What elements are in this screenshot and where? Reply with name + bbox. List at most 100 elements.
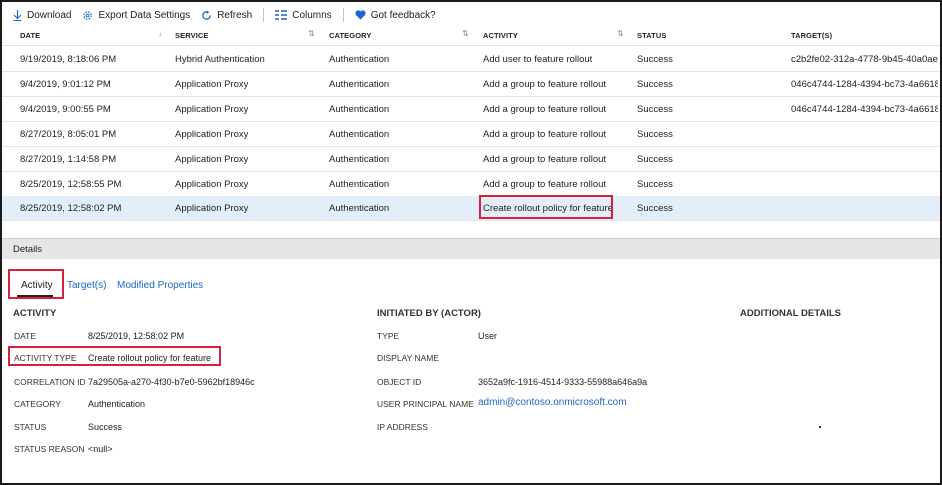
actor-type-key: TYPE	[377, 331, 400, 341]
toolbar-divider	[263, 8, 265, 22]
table-row-selected[interactable]: 8/25/2019, 12:58:02 PM Application Proxy…	[2, 196, 940, 221]
cell-date: 9/4/2019, 9:01:12 PM	[20, 79, 111, 90]
cell-status: Success	[637, 203, 673, 214]
sort-icon[interactable]: ⇅	[462, 29, 469, 38]
correlation-id-value: 7a29505a-a270-4f30-b7e0-5962bf18946c	[88, 377, 255, 387]
category-key: CATEGORY	[14, 399, 61, 409]
download-label: Download	[27, 9, 72, 21]
cell-activity: Add a group to feature rollout	[483, 179, 607, 190]
heart-icon	[355, 10, 366, 20]
cell-category: Authentication	[329, 154, 390, 165]
cell-service: Application Proxy	[175, 79, 249, 90]
table-row[interactable]: 8/27/2019, 8:05:01 PM Application Proxy …	[2, 122, 940, 147]
table-header: DATE ↓ SERVICE ⇅ CATEGORY ⇅ ACTIVITY ⇅ S…	[2, 26, 940, 46]
cell-activity: Add a group to feature rollout	[483, 154, 607, 165]
columns-button[interactable]: Columns	[275, 9, 332, 21]
sort-descending-icon[interactable]: ↓	[158, 29, 162, 38]
object-id-value: 3652a9fc-1916-4514-9333-55988a646a9a	[478, 377, 648, 387]
status-value: Success	[88, 422, 123, 432]
cell-date: 8/27/2019, 1:14:58 PM	[20, 154, 117, 165]
toolbar-divider	[342, 8, 344, 22]
display-name-key: DISPLAY NAME	[377, 353, 440, 363]
cell-status: Success	[637, 79, 673, 90]
tab-targets[interactable]: Target(s)	[67, 280, 106, 291]
cell-target: c2b2fe02-312a-4778-9b45-40a0ae...	[791, 54, 938, 65]
tab-modified-properties[interactable]: Modified Properties	[117, 280, 203, 291]
cell-status: Success	[637, 179, 673, 190]
cell-category: Authentication	[329, 129, 390, 140]
header-date[interactable]: DATE	[20, 31, 40, 40]
cell-date: 8/25/2019, 12:58:02 PM	[20, 203, 122, 214]
export-data-settings-button[interactable]: Export Data Settings	[82, 10, 190, 21]
status-reason-value: <null>	[88, 444, 113, 454]
cell-category: Authentication	[329, 54, 390, 65]
object-id-key: OBJECT ID	[377, 377, 422, 387]
download-button[interactable]: Download	[13, 9, 72, 21]
cell-status: Success	[637, 104, 673, 115]
refresh-label: Refresh	[217, 9, 253, 21]
table-row[interactable]: 8/25/2019, 12:58:55 PM Application Proxy…	[2, 172, 940, 197]
status-reason-key: STATUS REASON	[14, 444, 85, 454]
export-label: Export Data Settings	[98, 9, 191, 21]
ip-address-key: IP ADDRESS	[377, 422, 428, 432]
category-value: Authentication	[88, 399, 146, 409]
status-key: STATUS	[14, 422, 47, 432]
initiated-by-section-title: INITIATED BY (ACTOR)	[377, 308, 481, 319]
actor-type-value: User	[478, 331, 498, 341]
columns-icon	[275, 10, 288, 20]
highlight-activity-type	[8, 346, 221, 366]
cell-status: Success	[637, 129, 673, 140]
stray-dot	[819, 426, 821, 428]
date-key: DATE	[14, 331, 37, 341]
cell-category: Authentication	[329, 79, 390, 90]
cell-activity: Add a group to feature rollout	[483, 104, 607, 115]
cell-category: Authentication	[329, 104, 390, 115]
highlight-selected-activity	[479, 195, 613, 219]
correlation-id-key: CORRELATION ID	[14, 377, 86, 387]
activity-section-title: ACTIVITY	[13, 308, 57, 319]
cell-service: Application Proxy	[175, 154, 249, 165]
header-targets[interactable]: TARGET(S)	[791, 31, 938, 40]
table-row[interactable]: 9/4/2019, 9:00:55 PM Application Proxy A…	[2, 97, 940, 122]
header-category[interactable]: CATEGORY	[329, 31, 371, 40]
user-principal-name-key: USER PRINCIPAL NAME	[377, 399, 474, 409]
gear-icon	[82, 10, 93, 21]
cell-activity: Add a group to feature rollout	[483, 79, 607, 90]
table-row[interactable]: 9/19/2019, 8:18:06 PM Hybrid Authenticat…	[2, 47, 940, 72]
table-row[interactable]: 9/4/2019, 9:01:12 PM Application Proxy A…	[2, 72, 940, 97]
feedback-label: Got feedback?	[370, 9, 436, 21]
cell-status: Success	[637, 54, 673, 65]
details-header: Details	[2, 238, 940, 259]
cell-activity: Add a group to feature rollout	[483, 129, 607, 140]
date-value: 8/25/2019, 12:58:02 PM	[88, 331, 185, 341]
cell-service: Application Proxy	[175, 179, 249, 190]
header-status[interactable]: STATUS	[637, 31, 667, 40]
cell-service: Application Proxy	[175, 203, 249, 214]
feedback-button[interactable]: Got feedback?	[355, 10, 436, 21]
header-service[interactable]: SERVICE	[175, 31, 209, 40]
cell-service: Application Proxy	[175, 129, 249, 140]
download-icon	[13, 9, 22, 21]
cell-date: 9/4/2019, 9:00:55 PM	[20, 104, 111, 115]
cell-status: Success	[637, 154, 673, 165]
audit-log-window: Download Export Data Settings Refresh Co…	[0, 0, 942, 485]
cell-activity: Add user to feature rollout	[483, 54, 593, 65]
cell-category: Authentication	[329, 203, 390, 214]
refresh-icon	[201, 9, 212, 21]
sort-icon[interactable]: ⇅	[308, 29, 315, 38]
cell-target: 046c4744-1284-4394-bc73-4a6618...	[791, 104, 938, 115]
cell-date: 9/19/2019, 8:18:06 PM	[20, 54, 117, 65]
cell-service: Hybrid Authentication	[175, 54, 265, 65]
table-row[interactable]: 8/27/2019, 1:14:58 PM Application Proxy …	[2, 147, 940, 172]
cell-target: 046c4744-1284-4394-bc73-4a6618...	[791, 79, 938, 90]
header-activity[interactable]: ACTIVITY	[483, 31, 518, 40]
sort-icon[interactable]: ⇅	[617, 29, 624, 38]
columns-label: Columns	[292, 9, 332, 21]
highlight-activity-tab	[8, 269, 64, 299]
cell-category: Authentication	[329, 179, 390, 190]
cell-service: Application Proxy	[175, 104, 249, 115]
user-principal-name-link[interactable]: admin@contoso.onmicrosoft.com	[478, 397, 627, 408]
additional-details-title: ADDITIONAL DETAILS	[740, 308, 841, 319]
cell-date: 8/25/2019, 12:58:55 PM	[20, 179, 122, 190]
refresh-button[interactable]: Refresh	[201, 10, 252, 21]
